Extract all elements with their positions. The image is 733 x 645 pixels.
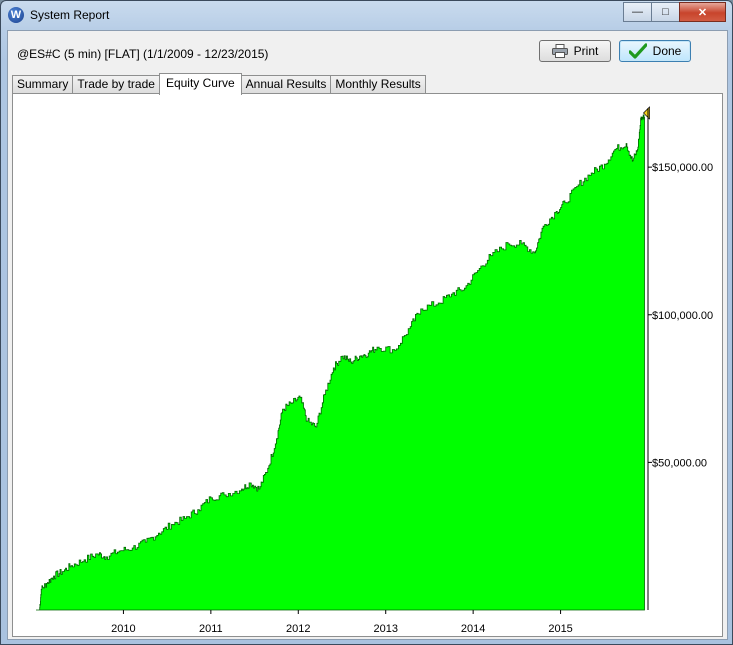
minimize-icon[interactable]: — (623, 2, 652, 22)
y-tick-label: $100,000.00 (652, 310, 713, 322)
title-bar[interactable]: W System Report — □ ✕ (1, 1, 732, 29)
done-button[interactable]: Done (619, 40, 691, 62)
x-tick-label: 2014 (461, 623, 485, 635)
equity-area (36, 114, 645, 611)
done-button-label: Done (652, 44, 682, 58)
x-tick-label: 2012 (286, 623, 310, 635)
close-icon[interactable]: ✕ (679, 2, 726, 22)
tab-equity-curve[interactable]: Equity Curve (158, 73, 242, 95)
report-title: @ES#C (5 min) [FLAT] (1/1/2009 - 12/23/2… (17, 47, 269, 61)
printer-icon (551, 44, 568, 58)
print-button[interactable]: Print (539, 40, 611, 62)
x-tick-label: 2013 (373, 623, 397, 635)
x-tick-label: 2010 (111, 623, 135, 635)
equity-curve-chart: $50,000.00 $100,000.00 $150,000.00 2010 2011… (36, 106, 713, 635)
x-tick-label: 2015 (548, 623, 572, 635)
system-report-window: W System Report — □ ✕ @ES#C (5 min) [FLA… (0, 0, 733, 645)
tab-annual-results[interactable]: Annual Results (240, 75, 332, 94)
maximize-icon[interactable]: □ (651, 2, 680, 22)
report-client-area: @ES#C (5 min) [FLAT] (1/1/2009 - 12/23/2… (7, 30, 728, 640)
checkmark-icon (628, 43, 647, 59)
y-tick-label: $150,000.00 (652, 162, 713, 174)
equity-curve-panel: $50,000.00 $100,000.00 $150,000.00 2010 2011… (12, 93, 723, 637)
y-tick-label: $50,000.00 (652, 457, 707, 469)
report-tabs: Summary Trade by trade Equity Curve Annu… (12, 73, 426, 95)
tab-trade-by-trade[interactable]: Trade by trade (72, 75, 160, 94)
print-button-label: Print (573, 44, 599, 58)
tab-summary[interactable]: Summary (12, 75, 74, 94)
app-logo-icon: W (8, 7, 24, 23)
window-title: System Report (30, 8, 110, 22)
window-controls: — □ ✕ (623, 2, 726, 22)
x-tick-label: 2011 (199, 623, 223, 635)
tab-monthly-results[interactable]: Monthly Results (330, 75, 426, 94)
